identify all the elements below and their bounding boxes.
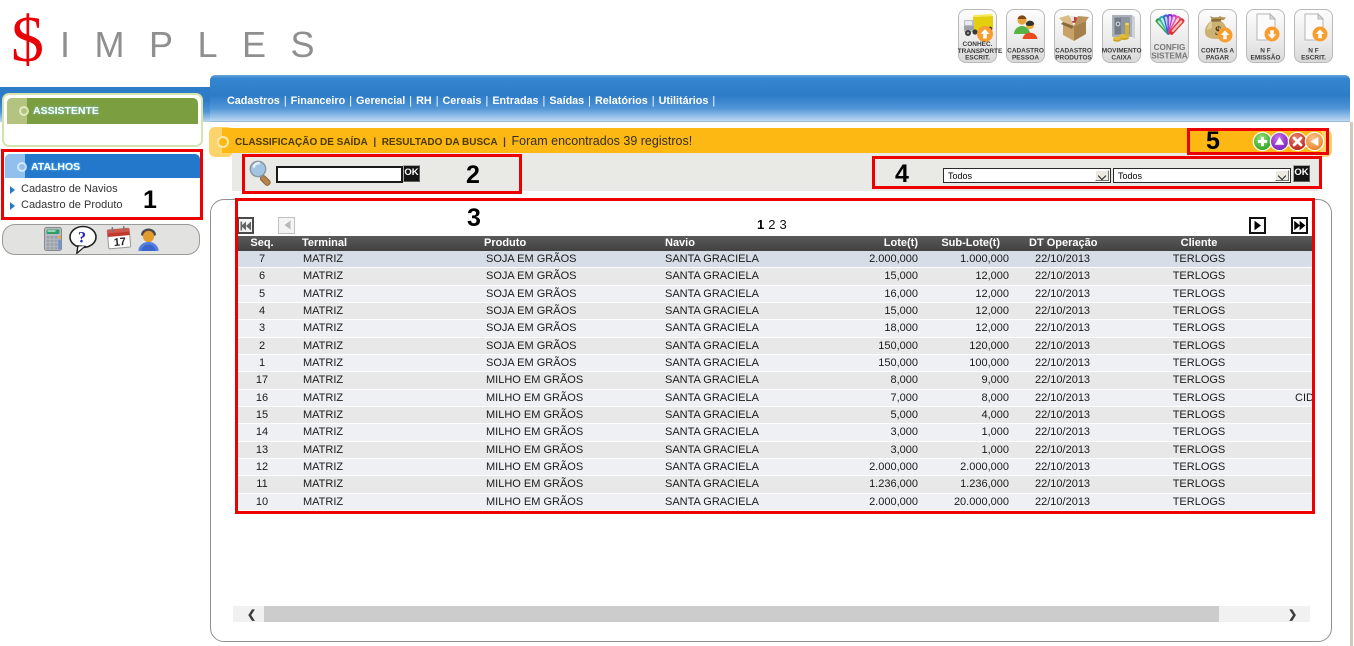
svg-text:?: ? — [78, 230, 86, 247]
svg-text:17: 17 — [113, 236, 126, 249]
